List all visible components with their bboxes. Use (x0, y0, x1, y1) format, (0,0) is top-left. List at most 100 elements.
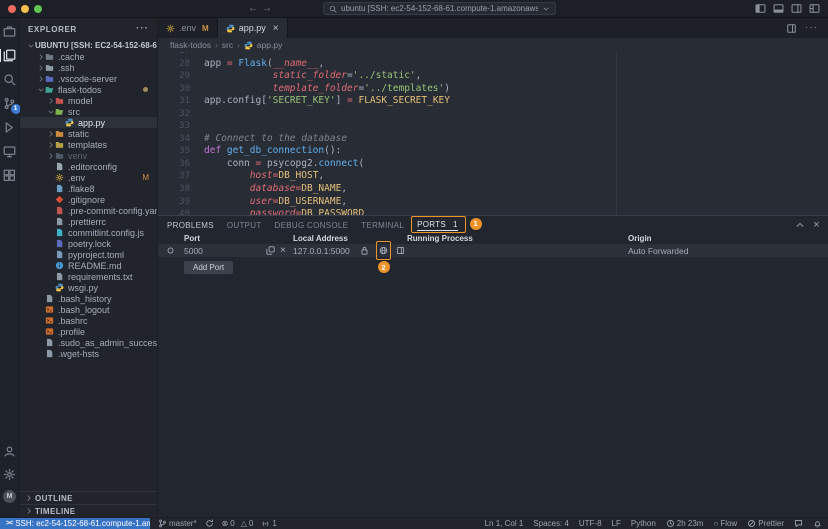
tree-item-flask-todos[interactable]: flask-todos (20, 84, 157, 95)
accounts-icon[interactable] (0, 444, 20, 459)
tree-item--ssh[interactable]: .ssh (20, 62, 157, 73)
problems-indicator[interactable]: ⊗ 0 △ 0 (222, 519, 254, 528)
tree-item--flake8[interactable]: .flake8 (20, 183, 157, 194)
settings-gear-icon[interactable] (0, 467, 20, 482)
tree-item-app-py[interactable]: app.py (20, 117, 157, 128)
tree-item--bash-logout[interactable]: .bash_logout (20, 304, 157, 315)
source-control-icon[interactable]: 1 (0, 96, 21, 114)
remote-window-icon[interactable] (0, 24, 20, 39)
tab-app-py[interactable]: app.py × (217, 18, 288, 38)
split-editor-icon[interactable] (786, 23, 797, 34)
avatar[interactable]: M (3, 490, 16, 503)
maximize-panel-icon[interactable] (795, 220, 805, 230)
tree-item--editorconfig[interactable]: .editorconfig (20, 161, 157, 172)
status-bar: >< SSH: ec2-54-152-68-61.compute-1.amazo… (0, 517, 828, 529)
tree-item--env[interactable]: .env M (20, 172, 157, 183)
remote-indicator[interactable]: >< SSH: ec2-54-152-68-61.compute-1.amazo… (0, 517, 150, 529)
command-center[interactable]: ubuntu [SSH: ec2-54-152-68-61.compute-1.… (323, 2, 556, 15)
close-tab-icon[interactable]: × (273, 23, 279, 34)
tree-item--sudo-as-admin-successful[interactable]: .sudo_as_admin_successful (20, 337, 157, 348)
close-panel-icon[interactable]: × (813, 220, 820, 231)
tree-item-label: wsgi.py (68, 282, 99, 293)
tree-item-model[interactable]: model (20, 95, 157, 106)
navigate-back-icon[interactable]: ← (248, 3, 258, 15)
local-address[interactable]: 127.0.0.1:5000 (293, 244, 350, 257)
tree-item-readme-md[interactable]: README.md (20, 260, 157, 271)
tree-item--bashrc[interactable]: .bashrc (20, 315, 157, 326)
code-editor[interactable]: 2728app = Flask(__name__,29 static_folde… (158, 52, 828, 215)
tree-item--wget-hsts[interactable]: .wget-hsts (20, 348, 157, 359)
port-row[interactable]: 5000 × 127.0.0.1:5000 2 Auto Forwarded (158, 241, 828, 273)
tree-item--profile[interactable]: .profile (20, 326, 157, 337)
folder-icon (45, 52, 54, 61)
sync-changes-button[interactable] (205, 519, 214, 528)
tree-item--gitignore[interactable]: .gitignore (20, 194, 157, 205)
tree-item--bash-history[interactable]: .bash_history (20, 293, 157, 304)
tree-item-pyproject-toml[interactable]: pyproject.toml (20, 249, 157, 260)
feedback-icon[interactable] (794, 519, 803, 528)
tree-item-commitlint-config-js[interactable]: commitlint.config.js (20, 227, 157, 238)
navigate-forward-icon[interactable]: → (262, 3, 272, 15)
tree-item--cache[interactable]: .cache (20, 51, 157, 62)
open-in-browser-icon[interactable]: 2 (376, 241, 391, 273)
notifications-bell-icon[interactable] (813, 519, 822, 528)
preview-in-editor-icon[interactable] (396, 244, 405, 257)
file-icon (45, 294, 54, 303)
port-visibility-lock-icon[interactable] (360, 244, 369, 257)
indentation-indicator[interactable]: Spaces: 4 (533, 519, 569, 528)
eol-indicator[interactable]: LF (612, 519, 621, 528)
code-line-40: 40 password=DB_PASSWORD (158, 208, 828, 215)
tree-item-src[interactable]: src (20, 106, 157, 117)
flow-indicator[interactable]: ○ Flow (713, 519, 737, 528)
breadcrumb-folder[interactable]: src (222, 40, 233, 50)
language-mode[interactable]: Python (631, 519, 656, 528)
explorer-icon[interactable] (0, 48, 20, 63)
panel-tab-output[interactable]: OUTPUT (227, 221, 262, 230)
tree-item-label: .bash_history (58, 293, 112, 304)
tree-item-ubuntu-ssh-ec2-54-152-68-61-compu-[interactable]: UBUNTU [SSH: EC2-54-152-68-61.COMPU... (20, 40, 157, 51)
customize-layout-icon[interactable] (809, 3, 820, 14)
forwarded-ports-indicator[interactable]: 1 (261, 519, 277, 528)
stop-forwarding-icon[interactable]: × (280, 244, 286, 257)
toggle-secondary-sidebar-icon[interactable] (791, 3, 802, 14)
timeline-section[interactable]: TIMELINE (20, 504, 157, 517)
tree-item-venv[interactable]: venv (20, 150, 157, 161)
tree-item-wsgi-py[interactable]: wsgi.py (20, 282, 157, 293)
tree-item-static[interactable]: static (20, 128, 157, 139)
prettier-indicator[interactable]: Prettier (747, 519, 784, 528)
close-window-button[interactable] (8, 5, 16, 13)
tree-item-templates[interactable]: templates (20, 139, 157, 150)
search-view-icon[interactable] (0, 72, 20, 87)
tree-item-label: .vscode-server (58, 73, 118, 84)
tree-item--vscode-server[interactable]: .vscode-server (20, 73, 157, 84)
panel-tab-ports[interactable]: PORTS 1 1 (411, 215, 482, 233)
cursor-position[interactable]: Ln 1, Col 1 (485, 519, 524, 528)
remote-explorer-icon[interactable] (0, 144, 20, 159)
editor-more-actions-icon[interactable]: ··· (805, 23, 818, 33)
time-tracker[interactable]: 2h 23m (666, 519, 703, 528)
tree-item-poetry-lock[interactable]: poetry.lock (20, 238, 157, 249)
outline-section[interactable]: OUTLINE (20, 491, 157, 504)
panel-tab-terminal[interactable]: TERMINAL (361, 221, 404, 230)
add-port-button[interactable]: Add Port (184, 261, 234, 274)
toggle-panel-icon[interactable] (773, 3, 784, 14)
toggle-sidebar-icon[interactable] (755, 3, 766, 14)
tree-item--prettierrc[interactable]: .prettierrc (20, 216, 157, 227)
zoom-window-button[interactable] (34, 5, 42, 13)
run-debug-icon[interactable] (0, 120, 20, 135)
remote-icon: >< (6, 520, 13, 527)
minimize-window-button[interactable] (21, 5, 29, 13)
copy-address-icon[interactable] (266, 244, 275, 257)
explorer-more-actions-icon[interactable]: ··· (136, 24, 149, 34)
breadcrumb-folder[interactable]: flask-todos (170, 40, 211, 50)
tree-item--pre-commit-config-yaml[interactable]: .pre-commit-config.yaml (20, 205, 157, 216)
panel-tab-problems[interactable]: PROBLEMS (167, 221, 214, 230)
extensions-icon[interactable] (0, 168, 20, 183)
encoding-indicator[interactable]: UTF-8 (579, 519, 602, 528)
branch-indicator[interactable]: master* (158, 519, 197, 528)
breadcrumb-file[interactable]: app.py (257, 40, 283, 50)
panel-tab-debug-console[interactable]: DEBUG CONSOLE (275, 221, 349, 230)
tree-item-requirements-txt[interactable]: requirements.txt (20, 271, 157, 282)
tab-env[interactable]: .env M (158, 18, 218, 38)
